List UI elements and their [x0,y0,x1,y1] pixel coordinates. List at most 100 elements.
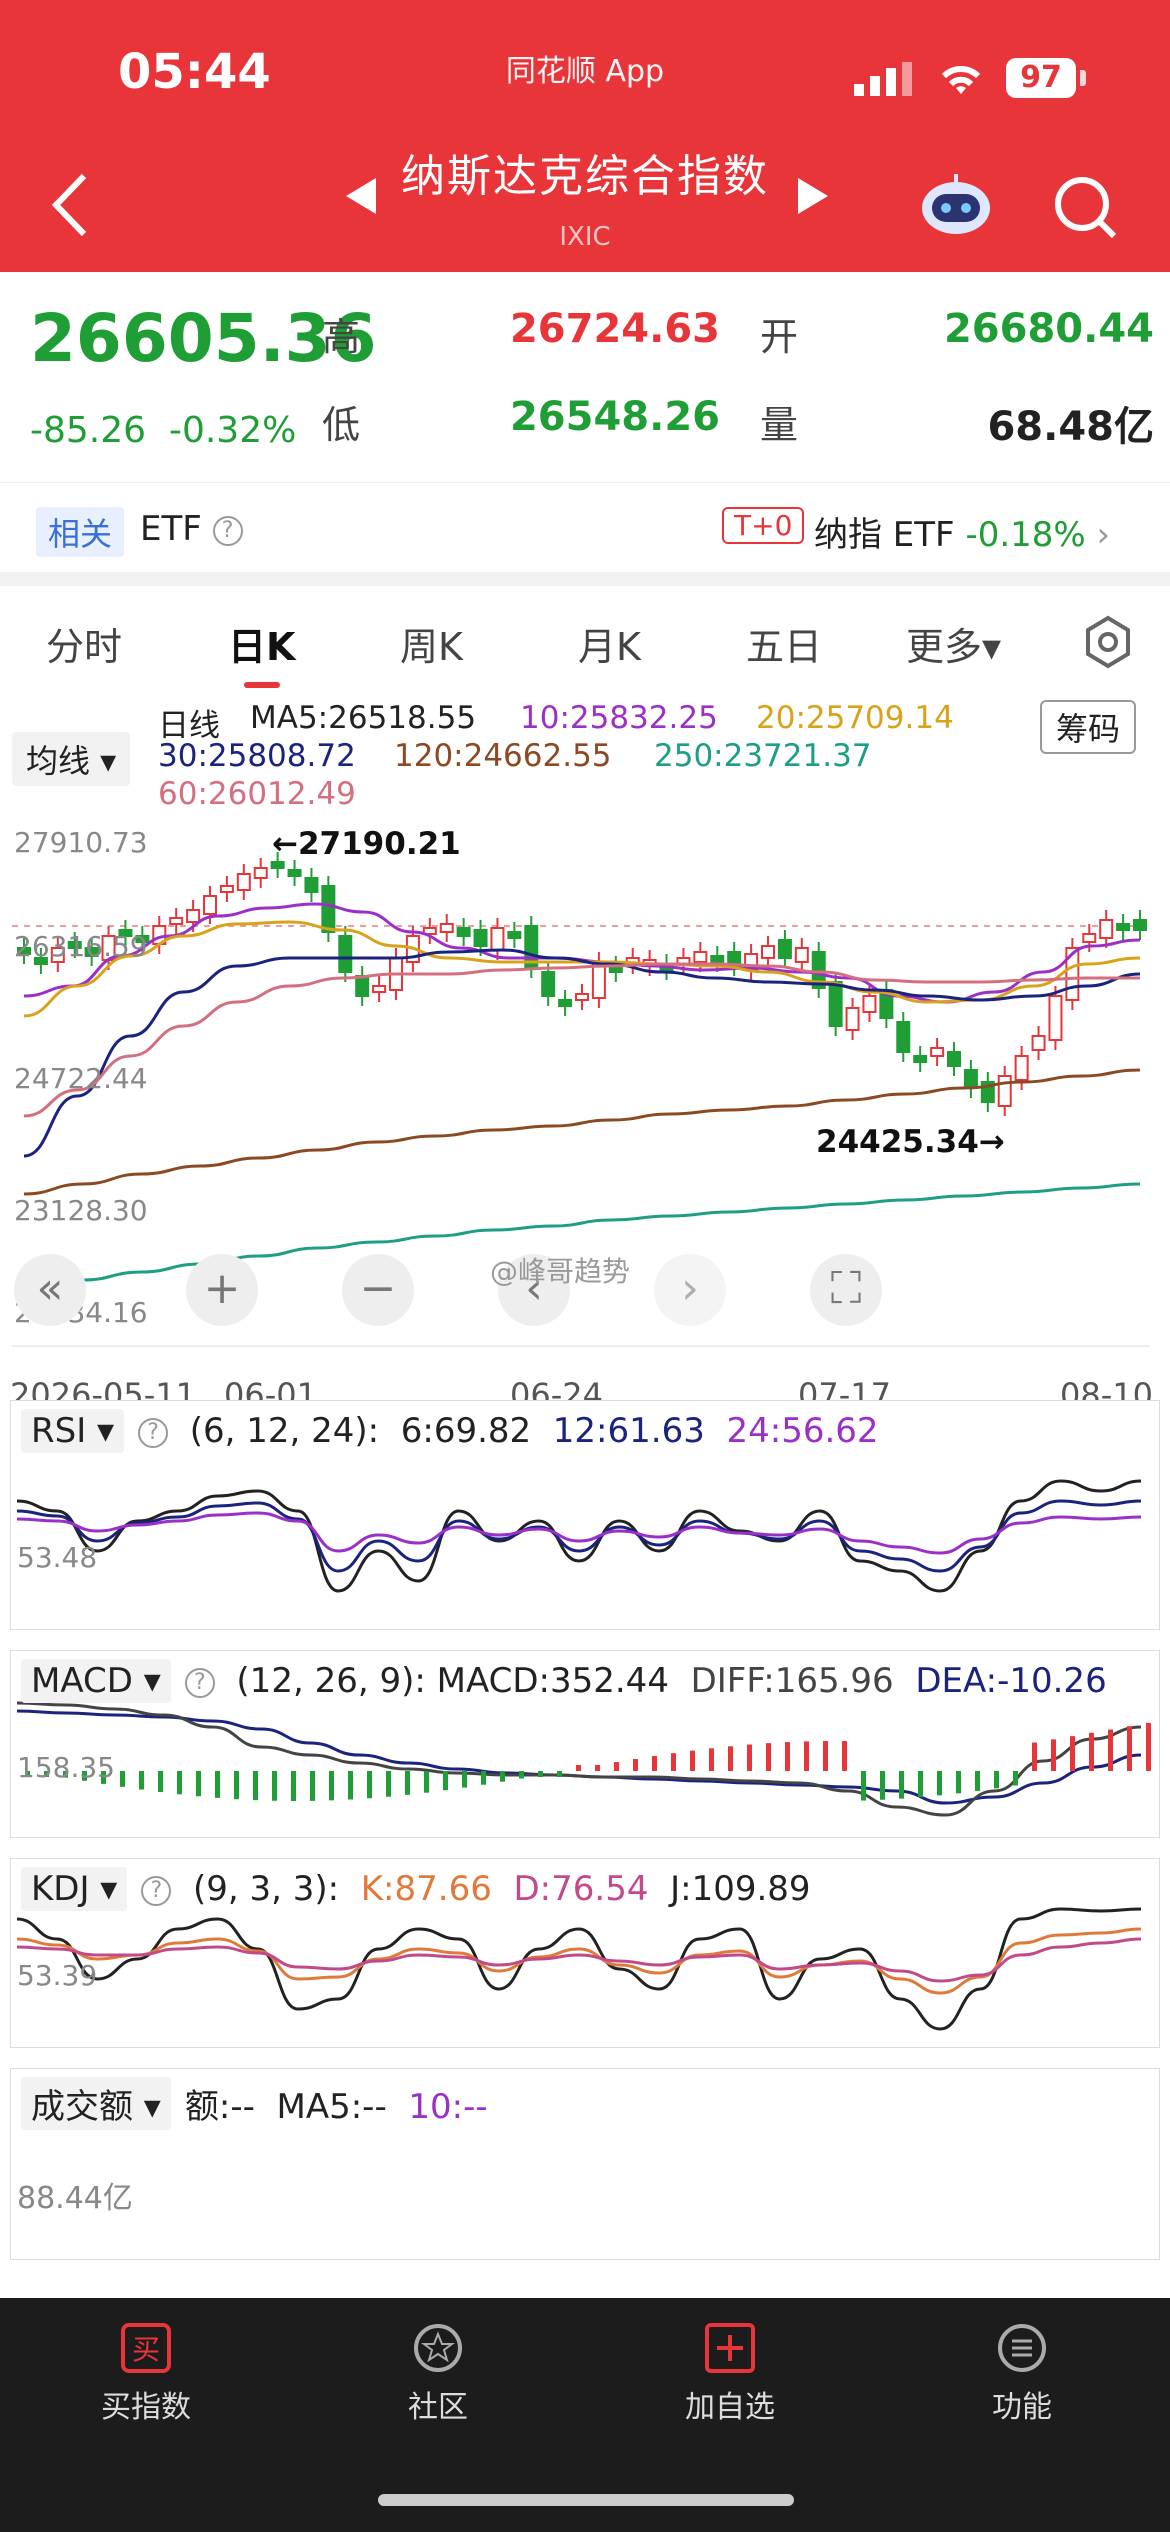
etf-link[interactable]: 纳指 ETF -0.18% › [814,507,1110,556]
nav-functions[interactable]: 功能 [922,2322,1122,2426]
high-value: 26724.63 [509,306,720,352]
open-label: 开 [760,315,799,359]
amount-panel[interactable]: 成交额 ▾ 额:-- MA5:-- 10:-- 88.44亿 [10,2068,1160,2260]
kdj-axis-value: 53.39 [17,1959,98,1992]
nav-community[interactable]: 社区 [338,2322,538,2426]
tab-daily-k[interactable]: 日K [228,616,295,671]
macd-header: MACD ▾? (12, 26, 9): MACD:352.44 DIFF:16… [21,1659,1107,1703]
svg-text:买: 买 [132,2333,160,2366]
help-icon: ? [184,1667,215,1698]
candle-body [439,923,454,933]
nav-add-watchlist[interactable]: 加自选 [630,2322,830,2426]
kline-chart-area[interactable]: 均线 ▾ 日线 MA5:26518.55 10:25832.25 20:2570… [0,696,1170,1436]
y-tick: 27910.73 [14,826,148,859]
macd-bar [348,1771,353,1800]
macd-bar [177,1771,182,1795]
macd-bar [367,1771,372,1799]
nav-buy-index[interactable]: 买 买指数 [46,2322,246,2426]
macd-bar [424,1771,429,1793]
macd-bar [481,1771,486,1785]
tab-monthly-k[interactable]: 月K [578,616,641,671]
macd-bar [329,1771,334,1801]
candle-body [997,1075,1012,1107]
kdj-k-line [16,1927,1142,1995]
high-annotation: ←27190.21 [272,826,461,862]
kdj-panel[interactable]: KDJ ▾? (9, 3, 3): K:87.66 D:76.54 J:109.… [10,1858,1160,2048]
help-icon: ? [141,1875,172,1906]
candle-body [355,975,370,997]
zoom-in-button[interactable]: + [186,1254,258,1326]
robot-assistant-icon[interactable] [918,172,994,236]
fullscreen-button[interactable]: ⛶ [810,1254,882,1326]
macd-bar [975,1771,980,1791]
macd-bar [785,1742,790,1771]
candle-body [1099,919,1114,939]
macd-bar [880,1771,885,1800]
scroll-left-button[interactable]: « [14,1254,86,1326]
macd-bar [1070,1736,1075,1771]
search-icon[interactable] [1050,172,1120,242]
next-button[interactable]: › [654,1254,726,1326]
macd-bar [158,1771,163,1793]
candle-body [169,917,184,925]
macd-bar [994,1771,999,1789]
macd-selector[interactable]: MACD ▾ [21,1659,171,1703]
kdj-j-line [16,1907,1142,2031]
tab-weekly-k[interactable]: 周K [400,616,463,671]
candle-body [828,981,843,1027]
macd-bar [652,1755,657,1771]
rsi6-line [16,1479,1142,1593]
low-value: 26548.26 [509,394,720,440]
candle-body [558,999,573,1007]
candle-body [541,971,556,997]
candle-body [456,927,471,937]
related-etf-row[interactable]: 相关 ETF ? T+0 纳指 ETF -0.18% › [0,482,1170,572]
macd-bar [690,1750,695,1771]
volume-label: 量 [760,403,799,447]
candle-body [930,1047,945,1057]
tab-more[interactable]: 更多▾ [906,616,1001,671]
add-watchlist-icon [705,2323,755,2373]
amount-selector[interactable]: 成交额 ▾ [21,2077,171,2130]
macd-bar [120,1771,125,1787]
battery-tip [1080,70,1086,86]
period-tabs: 分时 日K 周K 月K 五日 更多▾ [0,586,1170,696]
kdj-selector[interactable]: KDJ ▾ [21,1867,128,1911]
macd-bar [1032,1742,1037,1771]
candle-body [913,1055,928,1063]
macd-bar [1089,1732,1094,1771]
settings-icon[interactable] [1080,614,1136,670]
macd-bar [842,1741,847,1771]
macd-bar [918,1771,923,1798]
macd-bar [310,1771,315,1801]
kdj-header: KDJ ▾? (9, 3, 3): K:87.66 D:76.54 J:109.… [21,1867,811,1911]
next-index-icon[interactable] [798,178,828,214]
candle-body [693,951,708,963]
amount-header: 成交额 ▾ 额:-- MA5:-- 10:-- [21,2077,488,2130]
macd-bar [1108,1729,1113,1771]
macd-bar [462,1771,467,1788]
tab-five-day[interactable]: 五日 [746,616,822,671]
candle-body [794,947,809,963]
tab-intraday[interactable]: 分时 [46,616,122,671]
wifi-icon [941,65,981,94]
macd-bar [443,1771,448,1791]
candle-body [761,945,775,959]
macd-panel[interactable]: MACD ▾? (12, 26, 9): MACD:352.44 DIFF:16… [10,1650,1160,1838]
rsi-selector[interactable]: RSI ▾ [21,1409,125,1453]
macd-bar [196,1771,201,1797]
macd-bar [557,1771,562,1777]
candle-body [1116,923,1131,931]
candle-body [845,1007,860,1031]
candle-body [1082,933,1097,943]
macd-bar [823,1741,828,1771]
macd-bar [956,1771,961,1794]
rsi-panel[interactable]: RSI ▾? (6, 12, 24): 6:69.82 12:61.63 24:… [10,1400,1160,1630]
candle-body [186,909,201,923]
y-tick: 24722.44 [14,1062,148,1095]
zoom-out-button[interactable]: − [342,1254,414,1326]
help-icon: ? [212,515,243,546]
candle-body [253,867,268,879]
home-indicator [378,2494,794,2506]
chevron-right-icon: › [1096,515,1111,555]
